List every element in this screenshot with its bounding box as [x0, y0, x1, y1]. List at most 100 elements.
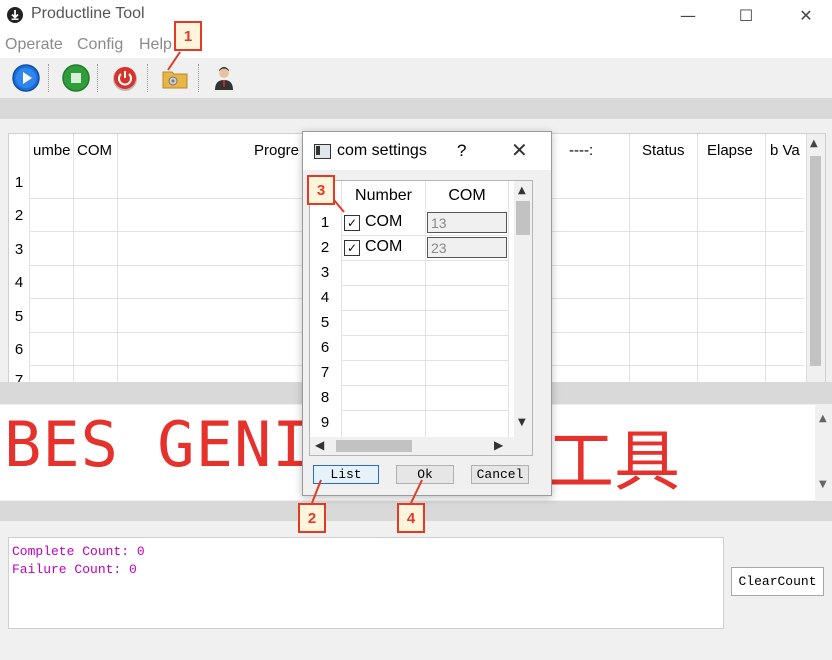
- grid-line: [341, 410, 508, 411]
- annotation-callout-2: 2: [298, 503, 326, 533]
- minimize-button[interactable]: —: [665, 0, 711, 30]
- menu-help[interactable]: Help: [139, 36, 172, 54]
- scrollbar-thumb[interactable]: [810, 156, 821, 366]
- com-table: Number COM 1 2 3 4 5 6 7 8 9 ✓ COM 13 ✓ …: [309, 180, 533, 456]
- grid-line: [765, 134, 766, 382]
- settings-folder-icon: [162, 71, 188, 89]
- column-header-number[interactable]: Number: [342, 181, 425, 211]
- close-button[interactable]: ✕: [783, 0, 829, 30]
- grid-line: [341, 285, 508, 286]
- column-header-com[interactable]: COM: [426, 181, 508, 211]
- cancel-button[interactable]: Cancel: [471, 465, 529, 484]
- com-settings-dialog: com settings ? ✕ Number COM 1 2 3 4 5 6 …: [302, 131, 552, 496]
- row-number: 9: [320, 414, 330, 431]
- user-button[interactable]: [208, 62, 240, 94]
- row-number: 4: [14, 274, 24, 291]
- com-label: COM: [365, 238, 403, 255]
- toolbar-separator: [198, 64, 200, 92]
- ok-button[interactable]: Ok: [396, 465, 454, 484]
- scroll-up-arrow-icon[interactable]: ▲: [518, 185, 526, 196]
- grid-line: [341, 335, 508, 336]
- grid-line: [425, 181, 426, 455]
- play-button[interactable]: [10, 62, 42, 94]
- com-label: COM: [365, 213, 403, 230]
- scroll-down-arrow-icon[interactable]: ▼: [819, 479, 827, 490]
- column-header-status[interactable]: Status: [642, 134, 685, 167]
- clear-count-button[interactable]: ClearCount: [731, 567, 824, 596]
- row-number: 6: [320, 339, 330, 356]
- scroll-up-arrow-icon[interactable]: ▲: [819, 413, 827, 424]
- annotation-callout-1: 1: [174, 21, 202, 51]
- scrollbar-thumb[interactable]: [336, 440, 412, 452]
- settings-folder-button[interactable]: [159, 62, 191, 94]
- row-number: 6: [14, 341, 24, 358]
- column-header-number[interactable]: umbe: [33, 134, 73, 167]
- dialog-close-button[interactable]: ✕: [511, 138, 528, 162]
- stop-button[interactable]: [60, 62, 92, 94]
- grid-line: [117, 134, 118, 382]
- banner-scrollbar[interactable]: ▲ ▼: [815, 405, 832, 500]
- scroll-right-arrow-icon[interactable]: ▶: [494, 438, 503, 452]
- scroll-up-arrow-icon[interactable]: ▲: [810, 138, 818, 149]
- power-button[interactable]: [109, 62, 141, 94]
- grid-line: [697, 134, 698, 382]
- column-header-value[interactable]: b Va: [770, 134, 804, 167]
- grid-line: [73, 134, 74, 382]
- window-title: Productline Tool: [31, 5, 145, 22]
- com-port-input[interactable]: 23: [427, 237, 507, 258]
- list-button[interactable]: List: [313, 465, 379, 484]
- row-number: 2: [320, 239, 330, 256]
- dialog-window-icon: [314, 144, 331, 159]
- user-icon: [215, 67, 233, 90]
- com-table-vertical-scrollbar[interactable]: ▲ ▼: [514, 181, 532, 437]
- column-header-progress[interactable]: Progre: [254, 134, 299, 167]
- grid-line: [341, 260, 508, 261]
- row-number: 2: [14, 207, 24, 224]
- row-number: 3: [320, 264, 330, 281]
- grid-line: [341, 310, 508, 311]
- com-table-horizontal-scrollbar[interactable]: ◀ ▶: [310, 437, 532, 455]
- column-header-com[interactable]: COM: [77, 134, 112, 167]
- scroll-left-arrow-icon[interactable]: ◀: [315, 438, 324, 452]
- stop-icon: [62, 64, 90, 92]
- banner-text-suffix: 工具: [548, 423, 680, 500]
- row-number: 1: [14, 174, 24, 191]
- grid-line: [629, 134, 630, 382]
- scrollbar-thumb[interactable]: [516, 201, 530, 235]
- complete-count-text: Complete Count: 0: [12, 544, 145, 559]
- row-number: 3: [14, 241, 24, 258]
- com-checkbox[interactable]: ✓: [344, 215, 360, 231]
- grid-line: [341, 181, 342, 455]
- power-icon: [113, 67, 137, 91]
- failure-count-text: Failure Count: 0: [12, 562, 137, 577]
- toolbar-separator: [48, 64, 50, 92]
- com-checkbox[interactable]: ✓: [344, 240, 360, 256]
- toolbar-separator: [97, 64, 99, 92]
- annotation-callout-3: 3: [307, 175, 335, 205]
- play-icon: [12, 64, 40, 92]
- com-port-input[interactable]: 13: [427, 212, 507, 233]
- grid-line: [341, 360, 508, 361]
- toolbar-separator: [147, 64, 149, 92]
- banner-text: BES GENI: [4, 408, 311, 481]
- dialog-help-button[interactable]: ?: [457, 141, 466, 161]
- maximize-button[interactable]: ☐: [723, 0, 769, 30]
- scroll-down-arrow-icon[interactable]: ▼: [518, 417, 526, 428]
- table-vertical-scrollbar[interactable]: ▲: [806, 134, 825, 382]
- menu-operate[interactable]: Operate: [5, 36, 63, 54]
- annotation-callout-4: 4: [397, 503, 425, 533]
- grid-line: [341, 385, 508, 386]
- grid-line: [341, 235, 508, 236]
- app-logo-icon: [7, 7, 23, 23]
- column-header-dashes[interactable]: ----:: [569, 134, 593, 167]
- row-number: 1: [320, 214, 330, 231]
- toolbar-spacer: [0, 99, 832, 119]
- row-number: 5: [320, 314, 330, 331]
- dialog-title: com settings: [337, 142, 427, 159]
- row-number: 7: [320, 364, 330, 381]
- row-number: 8: [320, 389, 330, 406]
- column-header-elapse[interactable]: Elapse: [707, 134, 753, 167]
- grid-line: [29, 134, 30, 382]
- grid-line: [508, 181, 509, 455]
- menu-config[interactable]: Config: [77, 36, 123, 54]
